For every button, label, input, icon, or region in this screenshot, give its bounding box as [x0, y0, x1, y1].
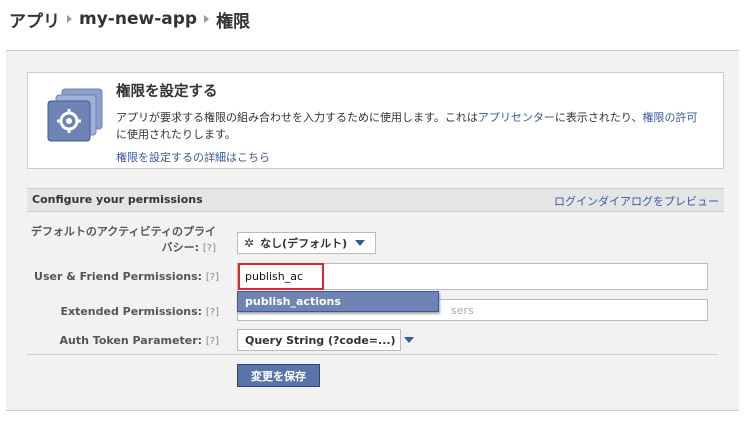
privacy-label-line1: デフォルトのアクティビティのプライ [30, 225, 216, 238]
auth-label-text: Auth Token Parameter: [59, 334, 203, 347]
save-changes-button[interactable]: 変更を保存 [237, 364, 320, 387]
privacy-select[interactable]: ✲ なし(デフォルト) [237, 232, 376, 254]
chevron-right-icon [67, 15, 72, 23]
app-center-link[interactable]: アプリセンター [478, 111, 555, 124]
preview-login-dialog-link[interactable]: ログインダイアログをプレビュー [554, 193, 719, 209]
permission-grant-link[interactable]: 権限の許可 [642, 111, 697, 124]
auth-token-select[interactable]: Query String (?code=...) [237, 329, 414, 351]
autocomplete-option-publish-actions[interactable]: publish_actions [237, 291, 439, 312]
permissions-stack-icon [47, 88, 103, 142]
help-link[interactable]: [?] [203, 243, 216, 254]
breadcrumb-app-name[interactable]: my-new-app [79, 9, 197, 29]
info-box: 権限を設定する アプリが要求する権限の組み合わせを入力するために使用します。これ… [27, 72, 724, 169]
extended-label-text: Extended Permissions: [60, 305, 203, 318]
extended-permissions-ghost-text: sers [451, 303, 474, 317]
chevron-down-icon [403, 337, 414, 343]
user-friend-label-text: User & Friend Permissions: [34, 270, 203, 283]
help-link[interactable]: [?] [206, 272, 219, 283]
breadcrumb-apps[interactable]: アプリ [9, 7, 60, 32]
user-friend-permissions-label: User & Friend Permissions: [?] [34, 269, 219, 286]
chevron-right-icon [204, 15, 210, 23]
extended-permissions-label: Extended Permissions: [?] [60, 304, 219, 321]
breadcrumb-permissions: 権限 [216, 11, 251, 32]
help-link[interactable]: [?] [206, 307, 219, 318]
user-friend-permissions-input[interactable]: publish_ac [238, 263, 324, 290]
privacy-label: デフォルトのアクティビティのプライ バシー: [?] [31, 224, 216, 257]
info-desc-text: に使用されたりします。 [116, 128, 236, 141]
info-desc-text: に表示されたり、 [554, 111, 643, 124]
info-description: アプリが要求する権限の組み合わせを入力するために使用します。これはアプリセンター… [116, 109, 706, 143]
auth-token-parameter-label: Auth Token Parameter: [?] [60, 333, 219, 350]
configure-title: Configure your permissions [32, 193, 203, 206]
chevron-down-icon [355, 240, 366, 246]
divider [27, 354, 718, 355]
auth-token-select-value: Query String (?code=...) [245, 333, 396, 347]
info-title: 権限を設定する [116, 84, 218, 100]
privacy-label-line2: バシー: [161, 241, 200, 254]
privacy-select-value: なし(デフォルト) [260, 237, 348, 250]
learn-more-link[interactable]: 権限を設定するの詳細はこちら [116, 149, 270, 165]
help-link[interactable]: [?] [206, 336, 219, 347]
breadcrumb: アプリ my-new-app 権限 [9, 6, 250, 32]
gear-icon: ✲ [244, 236, 255, 250]
info-desc-text: アプリが要求する権限の組み合わせを入力するために使用します。これは [116, 111, 478, 124]
configure-header: Configure your permissions ログインダイアログをプレビ… [27, 188, 724, 212]
